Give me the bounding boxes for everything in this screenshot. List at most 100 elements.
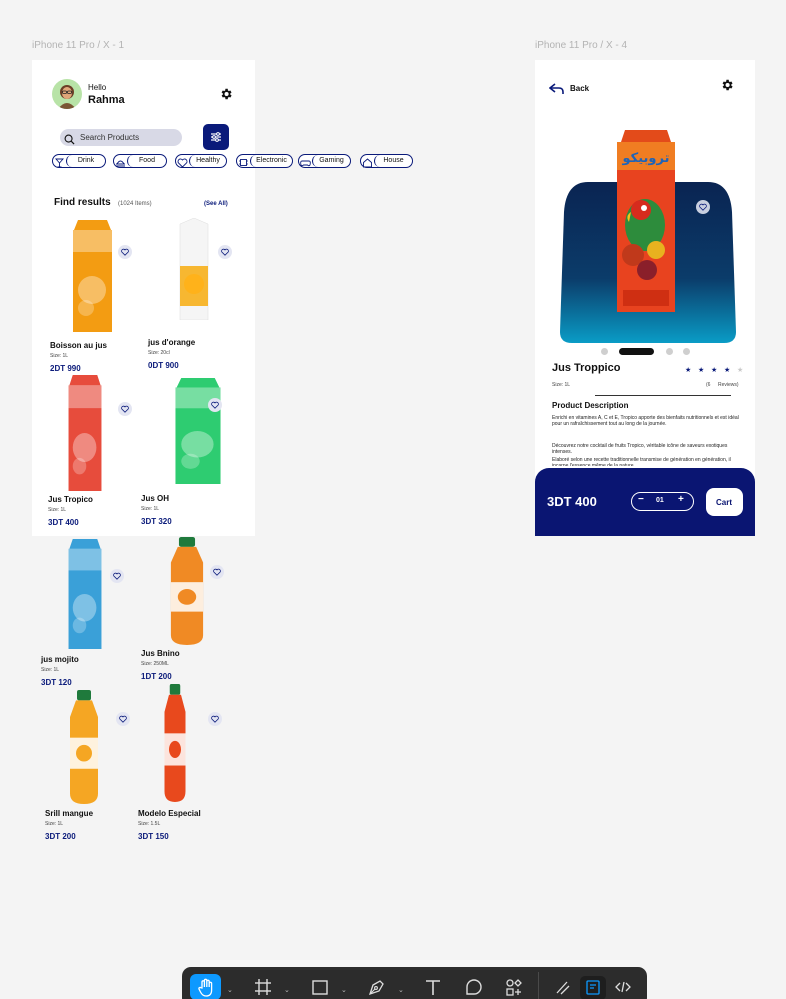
search-icon [64, 132, 75, 150]
carousel-dot-active[interactable] [619, 348, 654, 355]
category-label: House [383, 157, 404, 164]
description-paragraph-1: Enrichi en vitamines A, C et E, Tropico … [552, 415, 739, 427]
drink-icon [54, 155, 65, 173]
product-image-tropico: تروبيكو [611, 130, 681, 312]
chevron-down-icon[interactable]: ⌄ [341, 986, 347, 994]
draw-mode-icon[interactable] [552, 976, 574, 998]
product-title: Jus Troppico [552, 362, 621, 374]
heart-icon [211, 401, 219, 409]
product-price: 3DT 320 [141, 517, 172, 526]
filter-button[interactable] [203, 124, 229, 150]
product-name[interactable]: Jus Bnino [141, 649, 180, 658]
product-price: 3DT 400 [48, 518, 79, 527]
rectangle-tool-icon[interactable] [309, 976, 331, 998]
heart-icon [699, 203, 707, 211]
favorite-button[interactable] [110, 569, 124, 583]
product-name[interactable]: Modelo Especial [138, 809, 201, 818]
favorite-button[interactable] [696, 200, 710, 214]
product-size: Size: 1L [552, 382, 571, 388]
description-title: Product Description [552, 401, 629, 410]
quantity-minus-button[interactable]: − [638, 494, 644, 505]
search-placeholder: Search Products [80, 133, 140, 142]
frame-label-detail[interactable]: iPhone 11 Pro / X - 4 [535, 40, 627, 51]
quantity-plus-button[interactable]: + [678, 494, 684, 505]
results-title: Find results [54, 197, 111, 208]
product-name[interactable]: Jus Tropico [48, 495, 93, 504]
product-image[interactable] [70, 220, 115, 337]
heart-icon [113, 572, 121, 580]
product-image[interactable] [66, 375, 104, 496]
product-name[interactable]: jus mojito [41, 655, 79, 664]
dev-mode-icon[interactable] [612, 976, 634, 998]
favorite-button[interactable] [118, 245, 132, 259]
see-all-link[interactable]: (See All) [204, 201, 228, 207]
reviews-count: (6 [706, 382, 711, 388]
product-price: 0DT 900 [148, 361, 179, 370]
description-paragraph-3: Élaboré selon une recette traditionnelle… [552, 457, 731, 466]
category-label: Electronic [256, 157, 287, 164]
chevron-down-icon[interactable]: ⌄ [398, 986, 404, 994]
carousel-dot[interactable] [666, 348, 673, 355]
carousel-dot[interactable] [601, 348, 608, 355]
results-count: (1024 Items) [118, 201, 152, 207]
product-name[interactable]: jus d'orange [148, 338, 195, 347]
heart-icon [213, 568, 221, 576]
gear-icon[interactable] [219, 87, 233, 101]
product-image[interactable] [160, 684, 190, 807]
product-price: 3DT 150 [138, 832, 169, 841]
reviews-label[interactable]: Reviews) [718, 382, 739, 388]
favorite-button[interactable] [208, 712, 222, 726]
product-size: Size: 250ML [141, 661, 169, 667]
back-button[interactable]: Back [570, 84, 589, 93]
heart-icon [221, 248, 229, 256]
product-size: Size: 1L [45, 821, 64, 827]
house-icon [362, 155, 373, 173]
electronic-icon [238, 155, 249, 173]
favorite-button[interactable] [116, 712, 130, 726]
product-price: 2DT 990 [50, 364, 81, 373]
category-label: Drink [77, 157, 95, 164]
favorite-button[interactable] [218, 245, 232, 259]
gear-icon[interactable] [720, 78, 734, 97]
back-arrow-icon[interactable] [548, 82, 565, 100]
frame-label-home[interactable]: iPhone 11 Pro / X - 1 [32, 40, 124, 51]
frame-tool-icon[interactable] [252, 976, 274, 998]
chevron-down-icon[interactable]: ⌄ [227, 986, 233, 994]
favorite-button[interactable] [208, 398, 222, 412]
product-image[interactable] [64, 690, 104, 809]
product-image[interactable] [176, 217, 212, 325]
svg-text:تروبيكو: تروبيكو [622, 151, 670, 166]
sliders-icon [211, 132, 221, 142]
category-label: Food [139, 157, 155, 164]
product-price: 3DT 120 [41, 678, 72, 687]
star-icon: ★ [685, 367, 692, 374]
pen-tool-icon[interactable] [366, 976, 388, 998]
carousel-dot[interactable] [683, 348, 690, 355]
product-size: Size: 1L [41, 667, 60, 673]
cart-label: Cart [716, 498, 733, 507]
quantity-value: 01 [656, 497, 664, 504]
product-image[interactable] [172, 378, 224, 489]
toolbar-divider [538, 972, 539, 999]
gaming-icon [300, 155, 311, 173]
star-icon: ★ [737, 367, 744, 374]
chevron-down-icon[interactable]: ⌄ [284, 986, 290, 994]
user-name: Rahma [88, 94, 125, 106]
avatar[interactable] [52, 79, 82, 109]
comment-tool-icon[interactable] [463, 976, 485, 998]
star-icon: ★ [711, 367, 718, 374]
text-tool-icon[interactable] [422, 976, 444, 998]
favorite-button[interactable] [118, 402, 132, 416]
product-image[interactable] [66, 539, 104, 654]
heart-icon [211, 715, 219, 723]
product-name[interactable]: Srill mangue [45, 809, 93, 818]
healthy-icon [177, 155, 188, 173]
star-icon: ★ [698, 367, 705, 374]
product-price: 3DT 200 [45, 832, 76, 841]
product-name[interactable]: Jus OH [141, 494, 169, 503]
category-label: Gaming [319, 157, 344, 164]
product-name[interactable]: Boisson au jus [50, 341, 107, 350]
favorite-button[interactable] [210, 565, 224, 579]
components-icon[interactable] [503, 976, 525, 998]
product-image[interactable] [164, 537, 210, 650]
